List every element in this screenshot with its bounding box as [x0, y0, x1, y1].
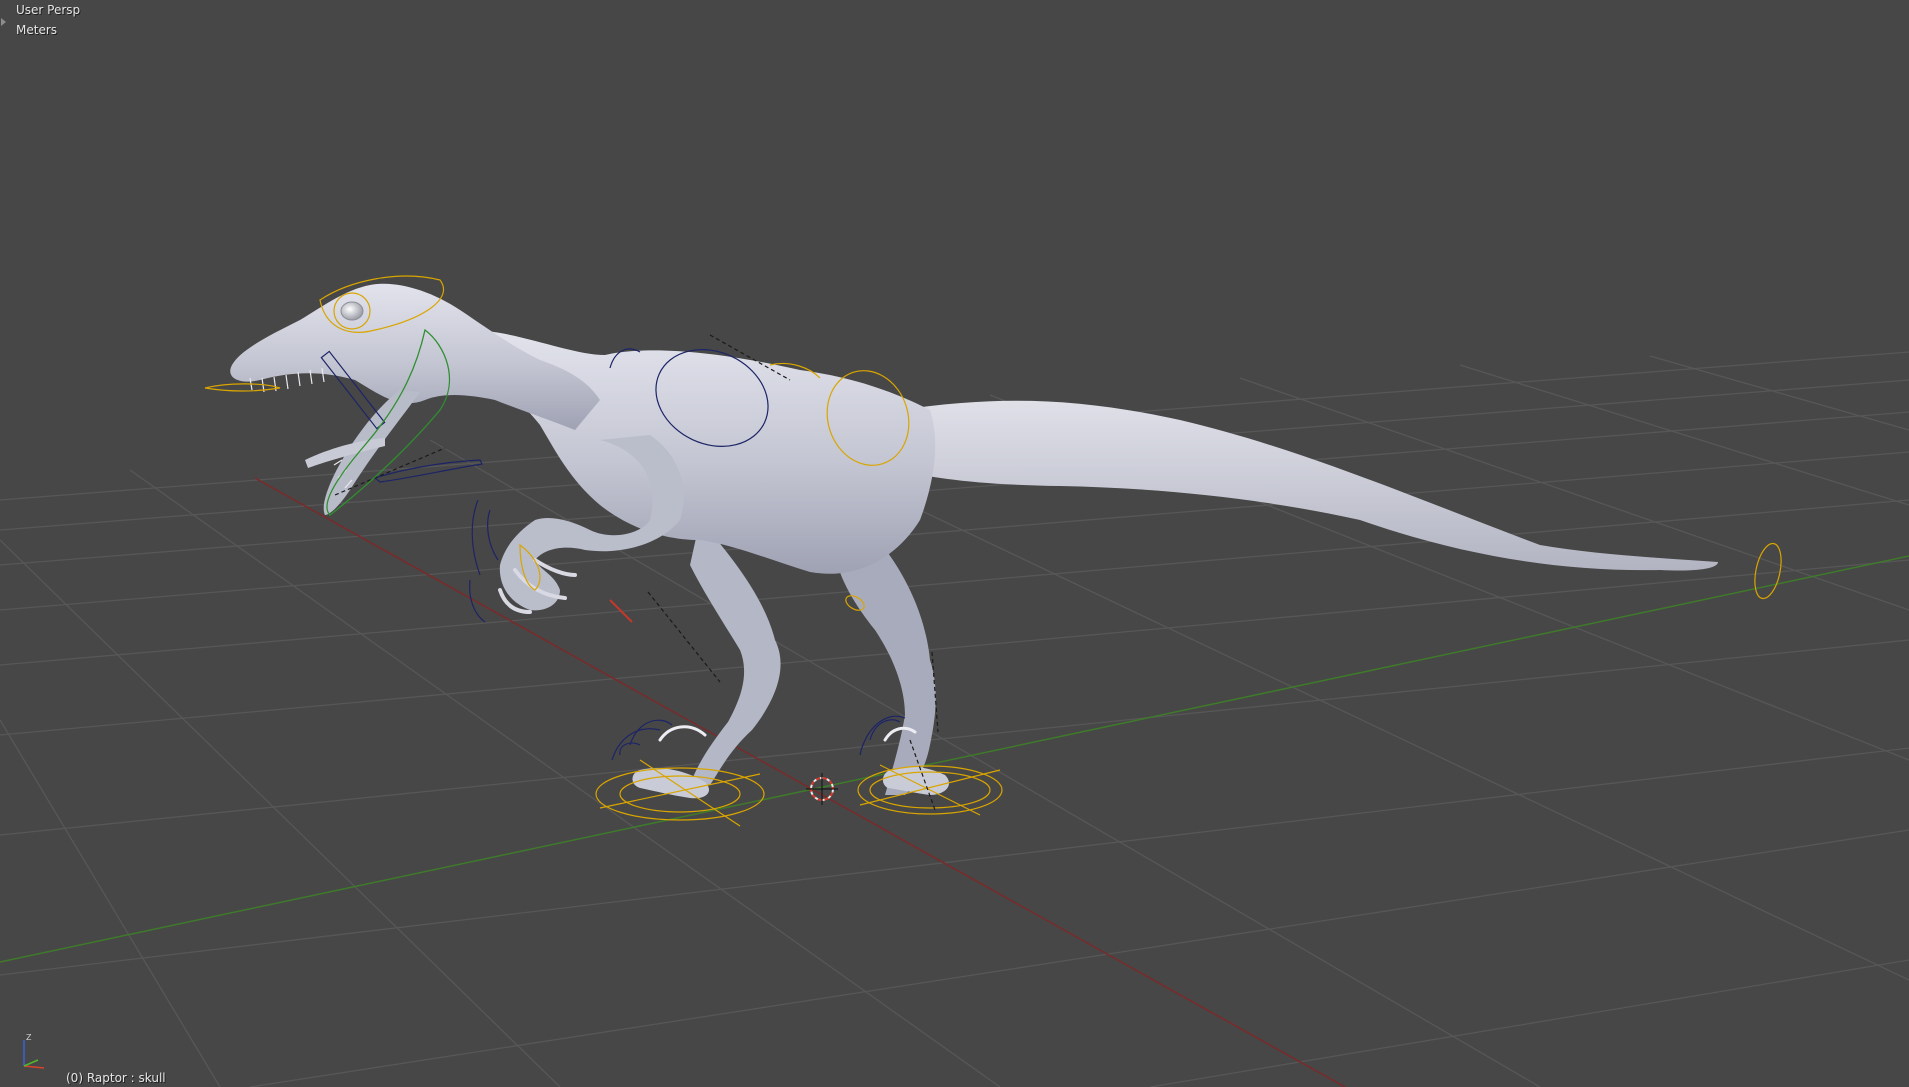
viewport-scene[interactable]	[0, 0, 1909, 1087]
raptor-back-leg-left	[690, 520, 781, 785]
z-axis-label: Z	[26, 1033, 32, 1042]
x-axis-line	[254, 477, 1346, 1087]
axis-gizmo: Z	[23, 1033, 45, 1069]
active-object-label: (0) Raptor : skull	[66, 1071, 166, 1085]
x-axis-icon	[23, 1065, 45, 1069]
view-name-label: User Persp	[16, 3, 81, 17]
y-axis-icon	[23, 1059, 39, 1067]
raptor-toe-claws	[658, 725, 917, 742]
3d-viewport[interactable]: User Persp Meters Z (0) Raptor : skull	[0, 0, 1909, 1087]
units-label: Meters	[16, 23, 58, 37]
raptor-eye	[340, 301, 364, 321]
raptor-tail	[900, 400, 1718, 571]
y-axis-line	[0, 555, 1909, 963]
corner-arrow-icon[interactable]	[0, 14, 8, 30]
